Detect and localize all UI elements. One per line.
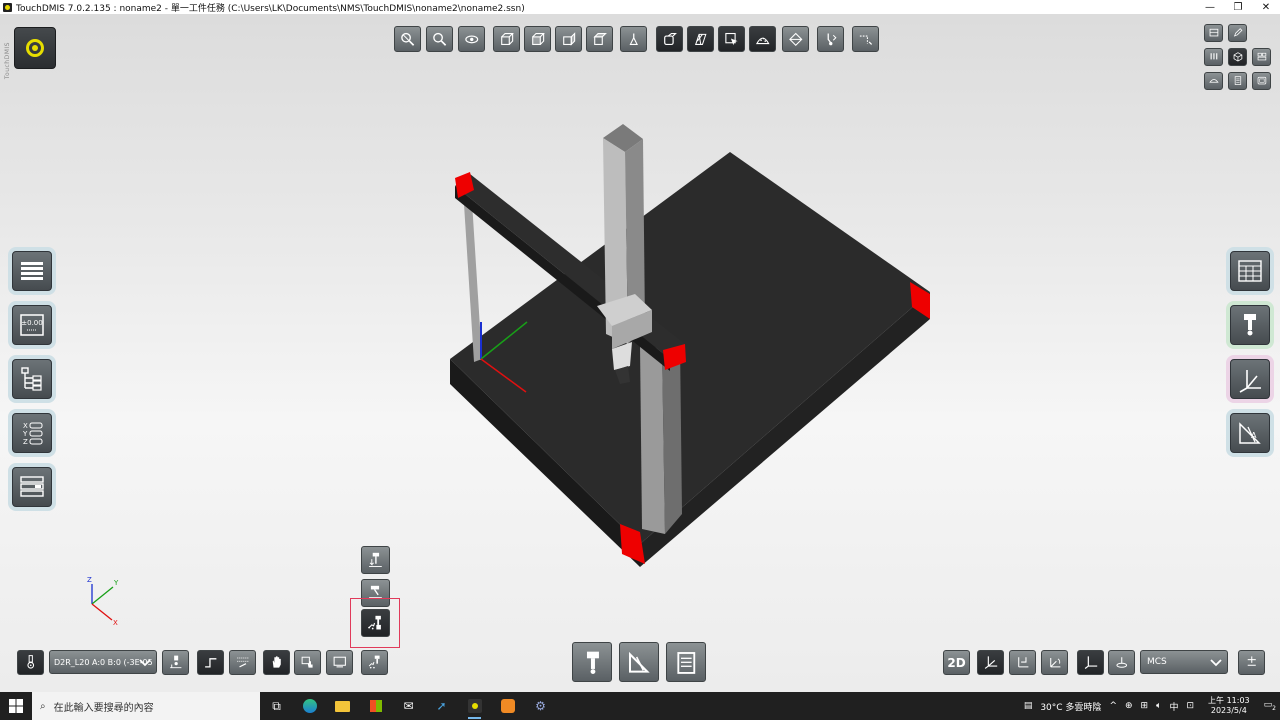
mail-button[interactable]: ✉ bbox=[392, 692, 425, 720]
system-tray: ▤ 30°C 多雲時陰 ^ ⊕ ⊞ 🔈︎ 中 ⊡ 上午 11:03 2023/5… bbox=[1020, 692, 1280, 720]
rotate-axes-icon bbox=[1049, 658, 1061, 668]
chevron-down-icon bbox=[139, 659, 151, 667]
clock-time: 上午 11:03 bbox=[1208, 696, 1250, 705]
search-icon: ⌕ bbox=[40, 700, 46, 712]
3d-viewport[interactable]: TouchDMIS ±0.00 X Y Z A Z Y X D2R_L20 A:… bbox=[0, 14, 1280, 692]
windows-taskbar: ⌕ 在此輸入要搜尋的內容 ⧉ ✉ ➚ ⚙ ▤ 30°C 多雲時陰 ^ ⊕ ⊞ 🔈… bbox=[0, 692, 1280, 720]
grid-move-icon bbox=[236, 658, 249, 668]
probe-gear-icon bbox=[27, 655, 34, 670]
ms-store-button[interactable] bbox=[359, 692, 392, 720]
axis-z-label: Z bbox=[87, 576, 92, 584]
app-icon bbox=[3, 2, 12, 12]
volume-icon[interactable]: 🔈︎ bbox=[1156, 701, 1161, 711]
selection-highlight-box bbox=[350, 598, 400, 648]
axes-3d-icon bbox=[984, 656, 997, 670]
notification-count: 2 bbox=[1272, 704, 1276, 712]
probe-mode-toggle-button[interactable] bbox=[361, 650, 388, 675]
minimize-button[interactable]: — bbox=[1196, 0, 1224, 14]
touchdmis-taskbar-icon bbox=[467, 699, 482, 713]
axis-rotate-button[interactable] bbox=[1041, 650, 1068, 675]
app-network-button[interactable]: ⚙ bbox=[524, 692, 557, 720]
notification-icon[interactable]: ▭2 bbox=[1264, 700, 1276, 712]
triangle-ruler-icon bbox=[628, 651, 650, 673]
app-network-icon: ⚙ bbox=[535, 699, 546, 713]
axis-xyz-button[interactable] bbox=[977, 650, 1004, 675]
axis-x-label: X bbox=[113, 619, 118, 627]
maximize-button[interactable]: ❐ bbox=[1224, 0, 1252, 14]
coordinate-system-dropdown[interactable]: MCS bbox=[1140, 650, 1228, 674]
language-icon[interactable]: ⊕ bbox=[1125, 701, 1133, 711]
remote-app-button[interactable]: ➚ bbox=[425, 692, 458, 720]
alignment-axes-icon bbox=[1084, 656, 1097, 670]
probe-down-icon bbox=[369, 552, 382, 567]
probe-calibrate-button[interactable] bbox=[162, 650, 189, 675]
taskbar-clock[interactable]: 上午 11:03 2023/5/4 bbox=[1204, 696, 1254, 716]
report-panel-button[interactable] bbox=[666, 642, 706, 682]
task-view-icon: ⧉ bbox=[272, 698, 281, 713]
axis-y-label: Y bbox=[114, 579, 119, 587]
app-orange-button[interactable] bbox=[491, 692, 524, 720]
close-button[interactable]: ✕ bbox=[1252, 0, 1280, 14]
window-controls: — ❐ ✕ bbox=[1196, 0, 1280, 14]
taskbar-search-placeholder: 在此輸入要搜尋的內容 bbox=[53, 702, 154, 714]
view-2d-label: 2D bbox=[947, 655, 966, 670]
probe-calibrate-icon bbox=[169, 656, 182, 669]
touchdmis-taskbar-button[interactable] bbox=[458, 692, 491, 720]
ime-mode-icon[interactable]: ⊡ bbox=[1187, 701, 1195, 711]
weather-text[interactable]: 30°C 多雲時陰 bbox=[1040, 700, 1101, 713]
title-bar: TouchDMIS 7.0.2.135 : noname2 - 單一工件任務 (… bbox=[0, 0, 1280, 14]
probe-manual-button[interactable] bbox=[361, 546, 390, 574]
step-path-icon bbox=[204, 658, 217, 668]
touch-screen-icon bbox=[301, 657, 313, 669]
edge-browser-button[interactable] bbox=[293, 692, 326, 720]
probe-compensation-icon bbox=[1116, 657, 1127, 669]
cnc-mode-button[interactable] bbox=[326, 650, 353, 675]
plus-minus-icon bbox=[1247, 656, 1256, 667]
app-orange-icon bbox=[500, 699, 515, 713]
start-button[interactable] bbox=[0, 692, 32, 720]
store-bag-icon bbox=[369, 700, 382, 712]
manual-mode-button[interactable] bbox=[263, 650, 290, 675]
edge-icon bbox=[302, 699, 317, 713]
plane-axes-icon bbox=[1017, 657, 1029, 668]
cmm-machine-model[interactable] bbox=[0, 14, 1280, 692]
report-document-icon bbox=[677, 651, 695, 674]
taskbar-search-box[interactable]: ⌕ 在此輸入要搜尋的內容 bbox=[32, 692, 260, 720]
hand-icon bbox=[272, 656, 281, 669]
ime-indicator[interactable]: 中 bbox=[1169, 700, 1178, 713]
network-icon[interactable]: ⊞ bbox=[1141, 701, 1149, 711]
probe-auto-small-icon bbox=[368, 656, 380, 669]
clock-date: 2023/5/4 bbox=[1210, 706, 1247, 715]
mail-icon: ✉ bbox=[403, 699, 414, 713]
monitor-icon bbox=[333, 657, 346, 668]
probe-head-large-icon bbox=[586, 651, 599, 674]
task-view-button[interactable]: ⧉ bbox=[260, 692, 293, 720]
move-path-button[interactable] bbox=[197, 650, 224, 675]
tolerance-settings-button[interactable] bbox=[1238, 650, 1265, 675]
touch-mode-button[interactable] bbox=[294, 650, 321, 675]
remote-arrow-icon: ➚ bbox=[436, 699, 447, 713]
probe-compensation-button[interactable] bbox=[1108, 650, 1135, 675]
move-grid-button[interactable] bbox=[229, 650, 256, 675]
chevron-down-icon bbox=[1210, 659, 1222, 667]
tray-expand-icon[interactable]: ^ bbox=[1109, 701, 1117, 711]
folder-icon bbox=[335, 700, 350, 712]
axis-plane-button[interactable] bbox=[1009, 650, 1036, 675]
probe-panel-button[interactable] bbox=[572, 642, 612, 682]
windows-logo-icon bbox=[9, 699, 23, 713]
probe-selector-dropdown[interactable]: D2R_L20 A:0 B:0 (-3E-05 bbox=[49, 650, 157, 674]
view-2d-button[interactable]: 2D bbox=[943, 650, 970, 675]
weather-icon: ▤ bbox=[1023, 701, 1033, 711]
active-alignment-button[interactable] bbox=[1077, 650, 1104, 675]
file-explorer-button[interactable] bbox=[326, 692, 359, 720]
probe-info-button[interactable] bbox=[17, 650, 44, 675]
coordinate-system-value: MCS bbox=[1147, 657, 1167, 667]
construct-panel-button[interactable] bbox=[619, 642, 659, 682]
window-title: TouchDMIS 7.0.2.135 : noname2 - 單一工件任務 (… bbox=[16, 3, 525, 14]
